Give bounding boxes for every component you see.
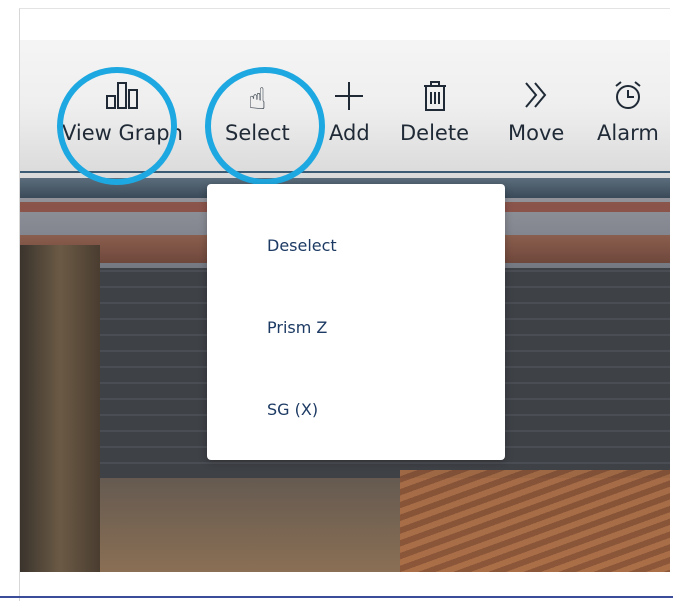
- bottom-divider: [0, 596, 673, 598]
- timber-post: [20, 245, 100, 572]
- delete-button[interactable]: Delete: [400, 80, 469, 146]
- delete-label: Delete: [400, 121, 469, 145]
- add-label: Add: [329, 121, 370, 145]
- debris-pile: [400, 470, 670, 572]
- menu-item-sg-x[interactable]: SG (X): [267, 400, 318, 419]
- menu-item-deselect[interactable]: Deselect: [267, 236, 337, 255]
- move-label: Move: [508, 121, 565, 145]
- double-chevron-right-icon: [508, 80, 564, 120]
- highlight-ring: [57, 67, 177, 185]
- menu-item-prism-z[interactable]: Prism Z: [267, 318, 327, 337]
- add-button[interactable]: Add: [329, 80, 370, 146]
- select-dropdown-menu: Deselect Prism Z SG (X): [207, 184, 505, 460]
- plus-icon: [329, 80, 370, 120]
- alarm-clock-icon: [597, 80, 659, 120]
- alarm-button[interactable]: Alarm: [597, 80, 659, 146]
- move-button[interactable]: Move: [508, 80, 564, 146]
- highlight-ring: [205, 67, 325, 185]
- trash-icon: [400, 80, 469, 120]
- alarm-label: Alarm: [597, 121, 659, 145]
